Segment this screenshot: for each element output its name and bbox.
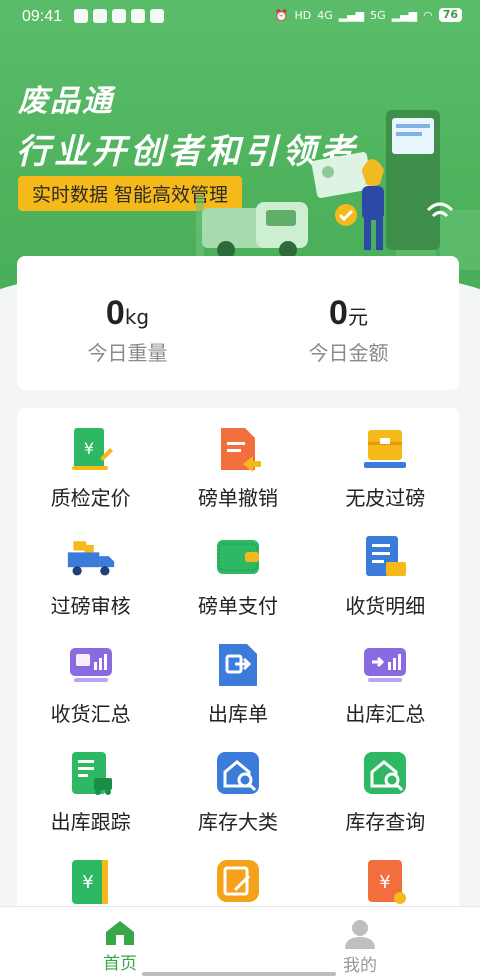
signal-icon: ▂▄▆ xyxy=(391,8,418,22)
menu-truck-review[interactable]: 过磅审核 xyxy=(17,532,164,640)
user-icon xyxy=(345,920,375,949)
menu-label: 质检定价 xyxy=(50,486,131,510)
weight-value: 0 xyxy=(105,294,125,332)
menu-label: 磅单撤销 xyxy=(197,486,278,510)
svg-text:¥: ¥ xyxy=(380,872,391,893)
menu-tareless-weigh[interactable]: 无皮过磅 xyxy=(312,424,459,532)
hd-badge: HD xyxy=(294,8,312,22)
status-bar: 09:41 ⏰ HD 4G ▂▄▆ 5G ▂▄▆ ◠ 76 xyxy=(0,0,480,34)
ledger-icon: ¥ xyxy=(71,860,108,904)
menu-label: 磅单支付 xyxy=(197,594,278,618)
bill-icon: ¥ xyxy=(368,860,407,904)
battery-level: 76 xyxy=(438,8,462,22)
menu-label: 库存查询 xyxy=(345,810,426,834)
menu-label: 收货明细 xyxy=(345,594,426,618)
notification-icon xyxy=(150,9,164,23)
notification-icon xyxy=(93,9,107,23)
edit-form-icon xyxy=(216,860,259,902)
menu-label: 过磅审核 xyxy=(50,594,131,618)
receipt-detail-icon xyxy=(366,536,407,576)
menu-label: 收货汇总 xyxy=(50,702,131,726)
menu-label: 出库汇总 xyxy=(345,702,426,726)
wallet-icon xyxy=(216,540,259,574)
signal-icon: ▂▄▆ xyxy=(338,8,365,22)
truck-review-icon xyxy=(67,541,114,576)
network-4g: 4G xyxy=(317,8,333,22)
home-icon xyxy=(106,921,134,945)
tab-label: 首页 xyxy=(103,954,137,974)
outbound-summary-icon xyxy=(364,648,407,682)
wifi-icon: ◠ xyxy=(423,8,433,22)
menu-outbound-summary[interactable]: 出库汇总 xyxy=(312,640,459,748)
banner-illustration xyxy=(196,110,480,270)
menu-label: 无皮过磅 xyxy=(345,486,426,510)
function-menu: ¥ 质检定价 磅单撤销 无皮过磅 过磅审核 磅单支付 收货明细 收货汇总 出库单… xyxy=(17,408,459,928)
menu-receipt-detail[interactable]: 收货明细 xyxy=(312,532,459,640)
status-app-icons xyxy=(74,9,164,23)
notification-icon xyxy=(112,9,126,23)
tab-label: 我的 xyxy=(343,956,377,976)
svg-text:¥: ¥ xyxy=(82,872,93,893)
brand-title: 废品通 xyxy=(18,84,114,119)
amount-label: 今日金额 xyxy=(308,341,389,365)
menu-stock-category[interactable]: 库存大类 xyxy=(164,748,311,856)
stock-category-icon xyxy=(216,752,259,794)
menu-outbound-tracking[interactable]: 出库跟踪 xyxy=(17,748,164,856)
tab-mine[interactable]: 我的 xyxy=(240,907,480,980)
alarm-icon: ⏰ xyxy=(274,8,289,22)
tab-home[interactable]: 首页 xyxy=(0,907,240,980)
menu-outbound-order[interactable]: 出库单 xyxy=(164,640,311,748)
menu-stock-query[interactable]: 库存查询 xyxy=(312,748,459,856)
amount-unit: 元 xyxy=(347,305,368,329)
menu-label: 出库单 xyxy=(207,702,268,726)
today-amount: 0元 今日金额 xyxy=(238,256,459,390)
menu-weigh-revoke[interactable]: 磅单撤销 xyxy=(164,424,311,532)
weight-unit: kg xyxy=(124,305,150,329)
outbound-order-icon xyxy=(218,644,257,686)
today-weight: 0kg 今日重量 xyxy=(17,256,238,390)
today-stats-card: 0kg 今日重量 0元 今日金额 xyxy=(17,256,459,390)
menu-label: 库存大类 xyxy=(197,810,278,834)
menu-label: 出库跟踪 xyxy=(50,810,131,834)
weigh-revoke-icon xyxy=(220,428,261,472)
quality-pricing-icon: ¥ xyxy=(71,428,113,470)
menu-quality-pricing[interactable]: ¥ 质检定价 xyxy=(17,424,164,532)
tareless-weigh-icon xyxy=(364,430,407,468)
status-time: 09:41 xyxy=(22,8,63,25)
receipt-summary-icon xyxy=(69,648,112,682)
status-indicators: ⏰ HD 4G ▂▄▆ 5G ▂▄▆ ◠ 76 xyxy=(275,8,462,22)
stock-query-icon xyxy=(364,752,407,794)
amount-value: 0 xyxy=(329,294,348,332)
gesture-home-indicator xyxy=(142,972,336,976)
weight-label: 今日重量 xyxy=(87,341,168,365)
svg-text:¥: ¥ xyxy=(84,439,94,458)
notification-icon xyxy=(131,9,145,23)
bottom-tab-bar: 首页 我的 xyxy=(0,906,480,980)
outbound-tracking-icon xyxy=(71,752,112,795)
menu-weigh-payment[interactable]: 磅单支付 xyxy=(164,532,311,640)
network-5g: 5G xyxy=(370,8,386,22)
menu-receipt-summary[interactable]: 收货汇总 xyxy=(17,640,164,748)
notification-icon xyxy=(74,9,88,23)
